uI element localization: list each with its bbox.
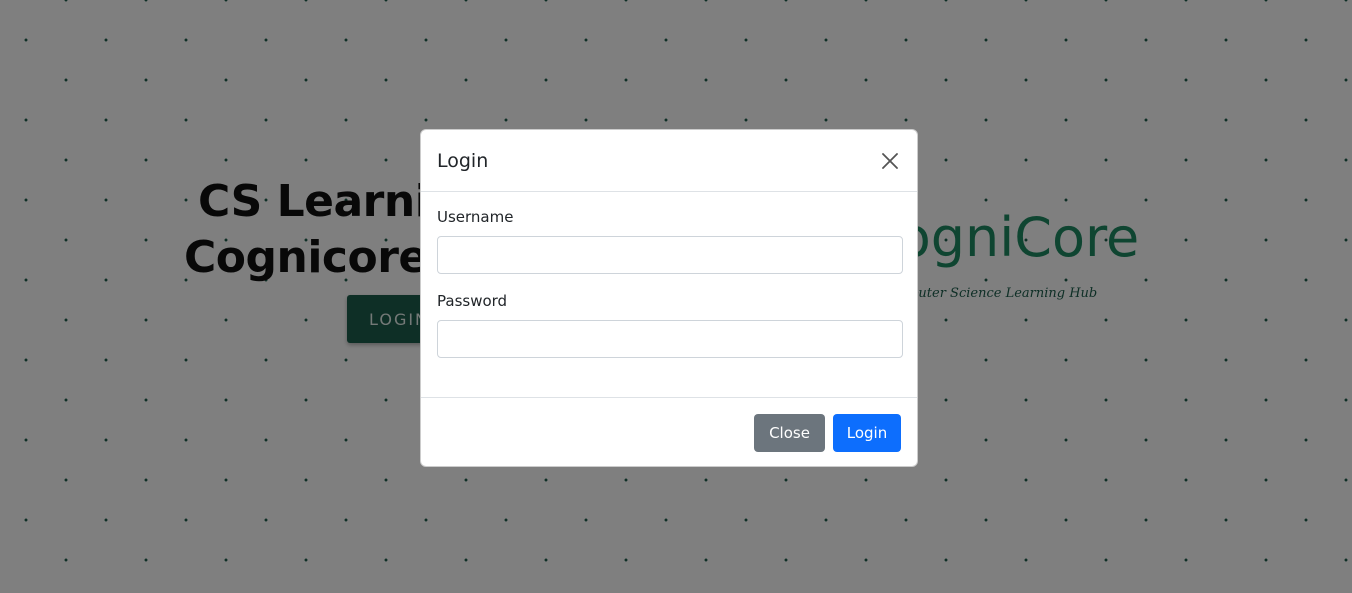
modal-title: Login — [437, 149, 489, 172]
modal-header: Login — [421, 130, 917, 192]
modal-body: Username Password — [421, 192, 917, 397]
login-button[interactable]: Login — [833, 413, 901, 452]
username-label: Username — [437, 208, 514, 226]
password-input[interactable] — [437, 320, 903, 358]
close-icon[interactable] — [878, 149, 902, 173]
modal-footer: Close Login — [421, 397, 917, 466]
login-modal: Login Username Password Close Login — [420, 129, 918, 467]
password-label: Password — [437, 292, 508, 310]
close-button[interactable]: Close — [754, 413, 825, 452]
username-input[interactable] — [437, 236, 903, 274]
